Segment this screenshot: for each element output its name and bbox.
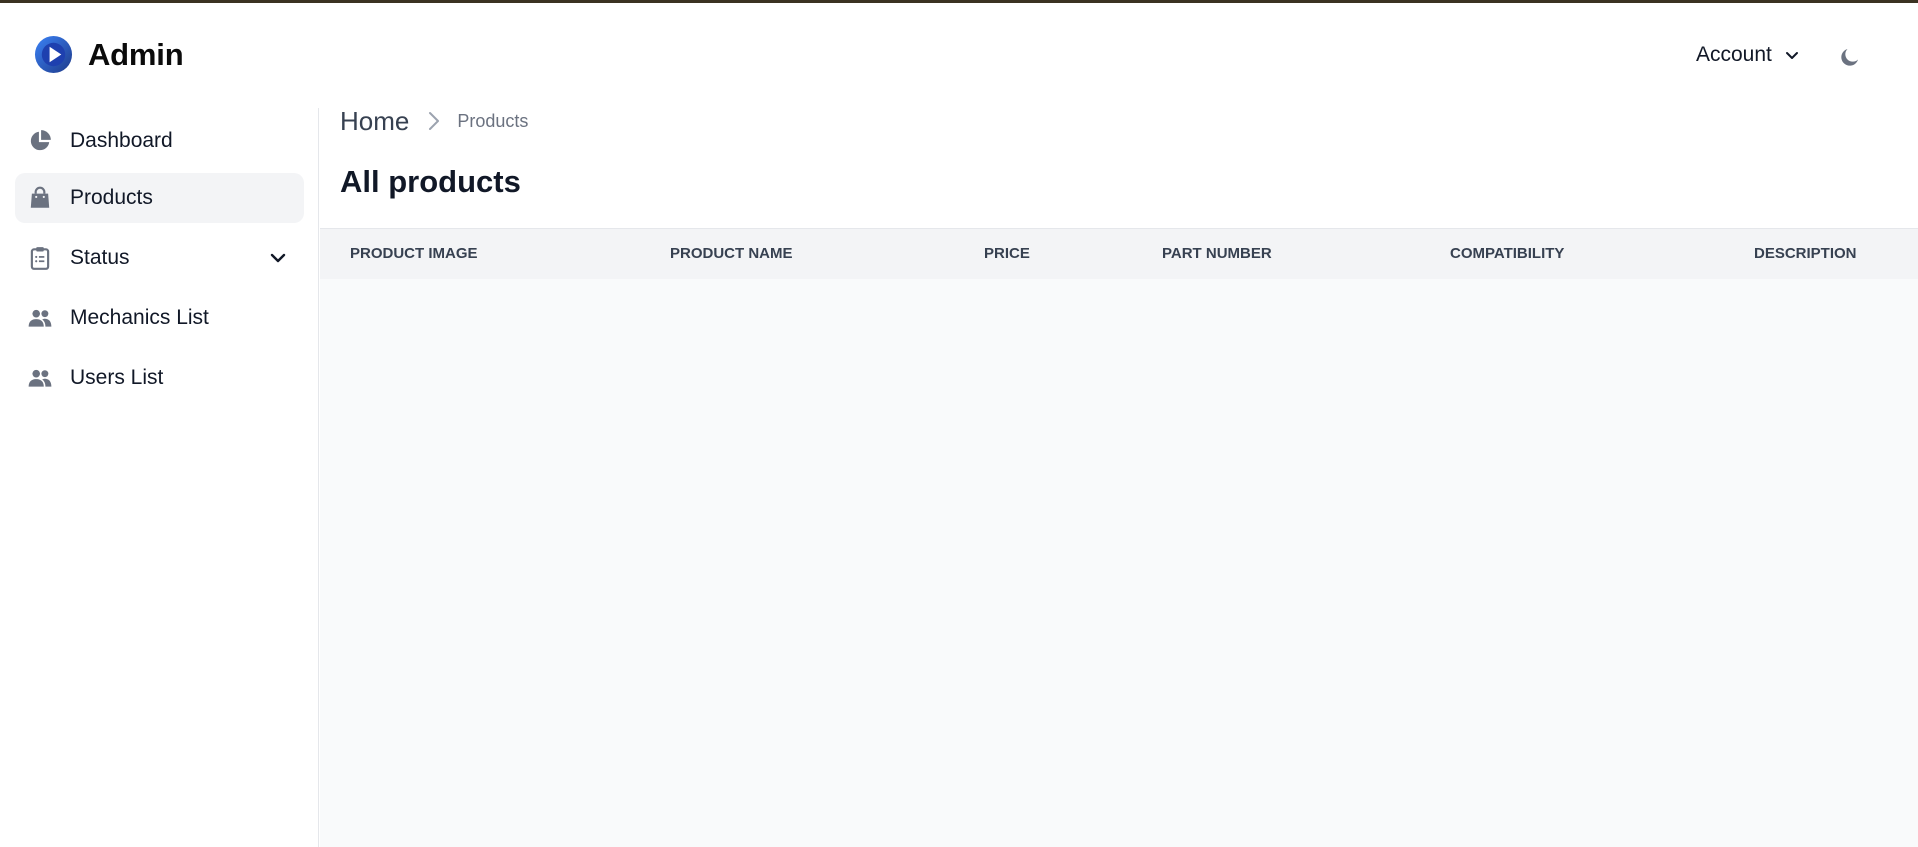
column-header-product-name: PRODUCT NAME bbox=[670, 245, 793, 262]
sidebar-item-dashboard[interactable]: Dashboard bbox=[15, 116, 304, 166]
main-content: Home Products All products PRODUCT IMAGE… bbox=[320, 106, 1918, 847]
sidebar-item-label: Mechanics List bbox=[70, 306, 209, 329]
account-menu-button[interactable]: Account bbox=[1696, 43, 1800, 67]
sidebar-item-users-list[interactable]: Users List bbox=[15, 353, 304, 403]
users-icon bbox=[27, 305, 53, 331]
sidebar-item-label: Products bbox=[70, 186, 153, 209]
column-header-part-number: PART NUMBER bbox=[1162, 245, 1272, 262]
account-label: Account bbox=[1696, 43, 1772, 66]
column-header-compatibility: COMPATIBILITY bbox=[1450, 245, 1565, 262]
chevron-down-icon bbox=[1785, 52, 1798, 59]
sidebar-item-status[interactable]: Status bbox=[15, 233, 304, 283]
users-icon bbox=[27, 365, 53, 391]
column-header-product-image: PRODUCT IMAGE bbox=[350, 245, 478, 262]
logo-icon bbox=[34, 35, 73, 74]
chevron-down-icon[interactable] bbox=[268, 248, 288, 268]
pie-chart-icon bbox=[27, 128, 53, 154]
column-header-description: DESCRIPTION bbox=[1754, 245, 1857, 262]
products-table: PRODUCT IMAGE PRODUCT NAME PRICE PART NU… bbox=[320, 228, 1918, 847]
sidebar: Dashboard Products Status Mechanics List… bbox=[0, 108, 319, 847]
sidebar-item-products[interactable]: Products bbox=[15, 173, 304, 223]
breadcrumb: Home Products bbox=[340, 106, 529, 137]
sidebar-item-label: Users List bbox=[70, 366, 164, 389]
breadcrumb-home-link[interactable]: Home bbox=[340, 106, 409, 137]
moon-icon[interactable] bbox=[1838, 45, 1862, 69]
clipboard-list-icon bbox=[27, 245, 53, 271]
column-header-price: PRICE bbox=[984, 245, 1030, 262]
table-header: PRODUCT IMAGE PRODUCT NAME PRICE PART NU… bbox=[320, 229, 1918, 279]
shopping-bag-icon bbox=[27, 185, 53, 211]
sidebar-item-mechanics-list[interactable]: Mechanics List bbox=[15, 293, 304, 343]
sidebar-item-label: Status bbox=[70, 246, 130, 269]
sidebar-item-label: Dashboard bbox=[70, 129, 173, 152]
breadcrumb-current: Products bbox=[457, 110, 529, 131]
brand[interactable]: Admin bbox=[34, 35, 184, 74]
chevron-right-icon bbox=[429, 112, 440, 130]
app-title: Admin bbox=[88, 36, 184, 72]
top-bar: Admin Account bbox=[0, 3, 1918, 108]
page-title: All products bbox=[340, 164, 521, 199]
